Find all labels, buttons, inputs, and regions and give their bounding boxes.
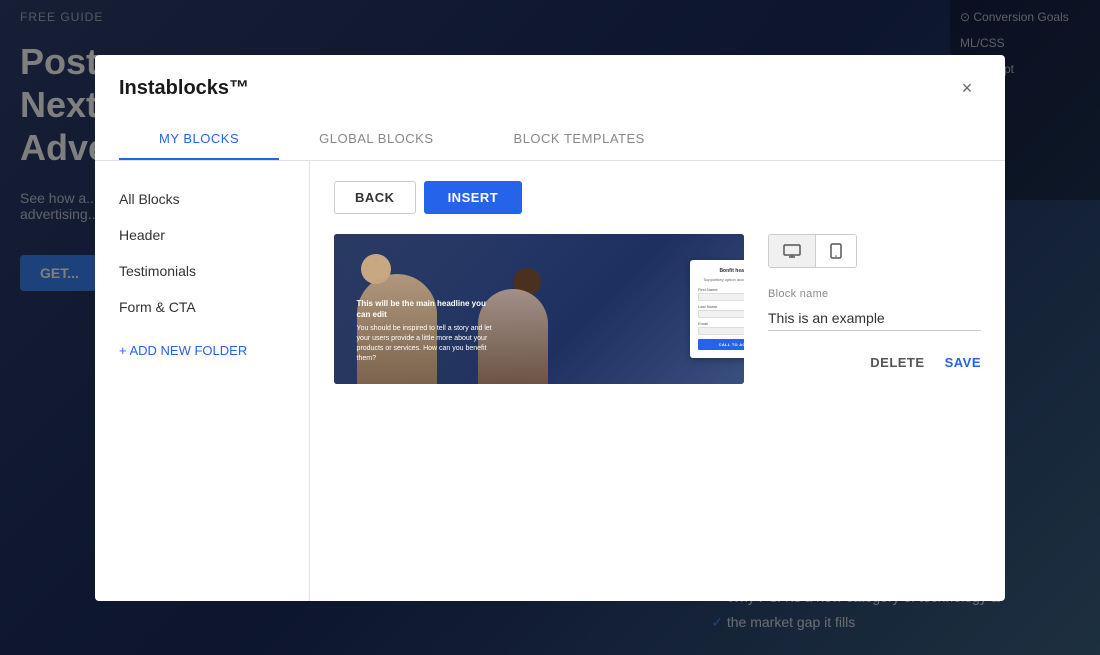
form-field-lastname [698, 310, 744, 318]
preview-left-side: This will be the main headline you can e… [334, 234, 560, 384]
tab-my-blocks[interactable]: MY BLOCKS [119, 119, 279, 160]
preview-overlay-text: This will be the main headline you can e… [357, 298, 497, 364]
form-field-email [698, 327, 744, 335]
tab-block-templates[interactable]: BLOCK TEMPLATES [474, 119, 685, 160]
modal-content-area: BACK INSERT [310, 161, 1005, 601]
form-label-firstname: First Name [698, 287, 744, 292]
form-cta-button: CALL TO ACTION [698, 339, 744, 350]
block-actions: DELETE SAVE [768, 355, 981, 370]
modal-tabs: MY BLOCKS GLOBAL BLOCKS BLOCK TEMPLATES [95, 119, 1005, 161]
modal-sidebar: All Blocks Header Testimonials Form & CT… [95, 161, 310, 601]
close-button[interactable]: × [953, 75, 981, 103]
preview-background: This will be the main headline you can e… [334, 234, 744, 384]
save-button[interactable]: SAVE [945, 355, 981, 370]
modal-body: All Blocks Header Testimonials Form & CT… [95, 161, 1005, 601]
delete-button[interactable]: DELETE [870, 355, 924, 370]
add-new-folder-button[interactable]: + ADD NEW FOLDER [95, 333, 309, 368]
preview-subtext: You should be inspired to tell a story a… [357, 324, 497, 363]
sidebar-item-form-cta[interactable]: Form & CTA [95, 289, 309, 325]
mobile-toggle-button[interactable] [816, 235, 856, 267]
preview-form: Bonfit headline Supportkey option accura… [690, 260, 744, 358]
sidebar-item-testimonials[interactable]: Testimonials [95, 253, 309, 289]
back-button[interactable]: BACK [334, 181, 416, 214]
preview-headline: This will be the main headline you can e… [357, 298, 497, 320]
form-label-lastname: Last Name [698, 304, 744, 309]
block-name-label: Block name [768, 288, 981, 300]
form-field-firstname [698, 293, 744, 301]
sidebar-item-header[interactable]: Header [95, 217, 309, 253]
right-panel: Block name DELETE SAVE [768, 234, 981, 370]
action-bar: BACK INSERT [334, 181, 981, 214]
modal-title: Instablocks™ [119, 77, 249, 100]
block-name-input[interactable] [768, 306, 981, 331]
block-preview: This will be the main headline you can e… [334, 234, 744, 384]
sidebar-item-all-blocks[interactable]: All Blocks [95, 181, 309, 217]
mobile-icon [830, 243, 842, 259]
instablocks-modal: Instablocks™ × MY BLOCKS GLOBAL BLOCKS B… [95, 55, 1005, 601]
desktop-toggle-button[interactable] [769, 235, 816, 267]
device-toggles [768, 234, 857, 268]
form-title: Bonfit headline [698, 268, 744, 274]
insert-button[interactable]: INSERT [424, 181, 523, 214]
form-label-email: Email [698, 321, 744, 326]
content-layout: This will be the main headline you can e… [334, 234, 981, 384]
desktop-icon [783, 244, 801, 258]
form-subtitle: Supportkey option accuracy protection [698, 277, 744, 282]
modal-header: Instablocks™ × [95, 55, 1005, 119]
tab-global-blocks[interactable]: GLOBAL BLOCKS [279, 119, 473, 160]
